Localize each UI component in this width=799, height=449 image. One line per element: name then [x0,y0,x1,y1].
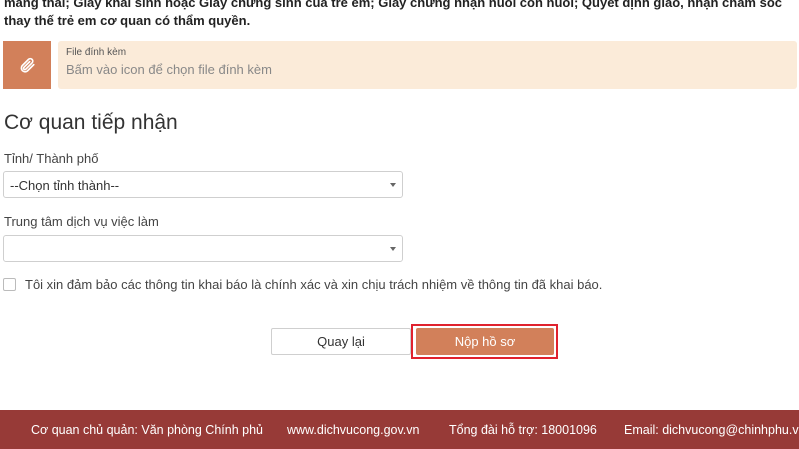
back-button[interactable]: Quay lại [271,328,411,355]
attachment-row: File đính kèm Bấm vào icon để chọn file … [3,41,797,89]
province-label: Tỉnh/ Thành phố [4,151,99,166]
employment-center-label: Trung tâm dịch vụ việc làm [4,214,159,229]
attachment-label: File đính kèm [66,47,127,58]
attach-file-button[interactable] [3,41,51,89]
footer-agency: Cơ quan chủ quản: Văn phòng Chính phủ [31,423,263,437]
caret-down-icon [390,247,396,251]
caret-down-icon [390,183,396,187]
attachment-placeholder: Bấm vào icon để chọn file đính kèm [66,62,272,77]
province-selected-value: --Chọn tỉnh thành-- [10,178,120,193]
commitment-checkbox[interactable] [3,278,16,291]
section-title: Cơ quan tiếp nhận [4,111,178,134]
commitment-label: Tôi xin đảm bảo các thông tin khai báo l… [25,277,603,292]
footer-website-link[interactable]: www.dichvucong.gov.vn [287,423,419,437]
footer-hotline: Tổng đài hỗ trợ: 18001096 [449,423,597,437]
attachment-field[interactable]: File đính kèm Bấm vào icon để chọn file … [58,41,797,89]
employment-center-select[interactable] [3,235,403,262]
intro-text: mang thai; Giấy khai sinh hoặc Giấy chứn… [4,0,782,28]
paperclip-icon [20,57,35,73]
province-select[interactable]: --Chọn tỉnh thành-- [3,171,403,198]
footer: Cơ quan chủ quản: Văn phòng Chính phủ ww… [0,410,799,449]
footer-email[interactable]: Email: dichvucong@chinhphu.vn [624,423,799,437]
submit-button[interactable]: Nộp hồ sơ [416,328,554,355]
